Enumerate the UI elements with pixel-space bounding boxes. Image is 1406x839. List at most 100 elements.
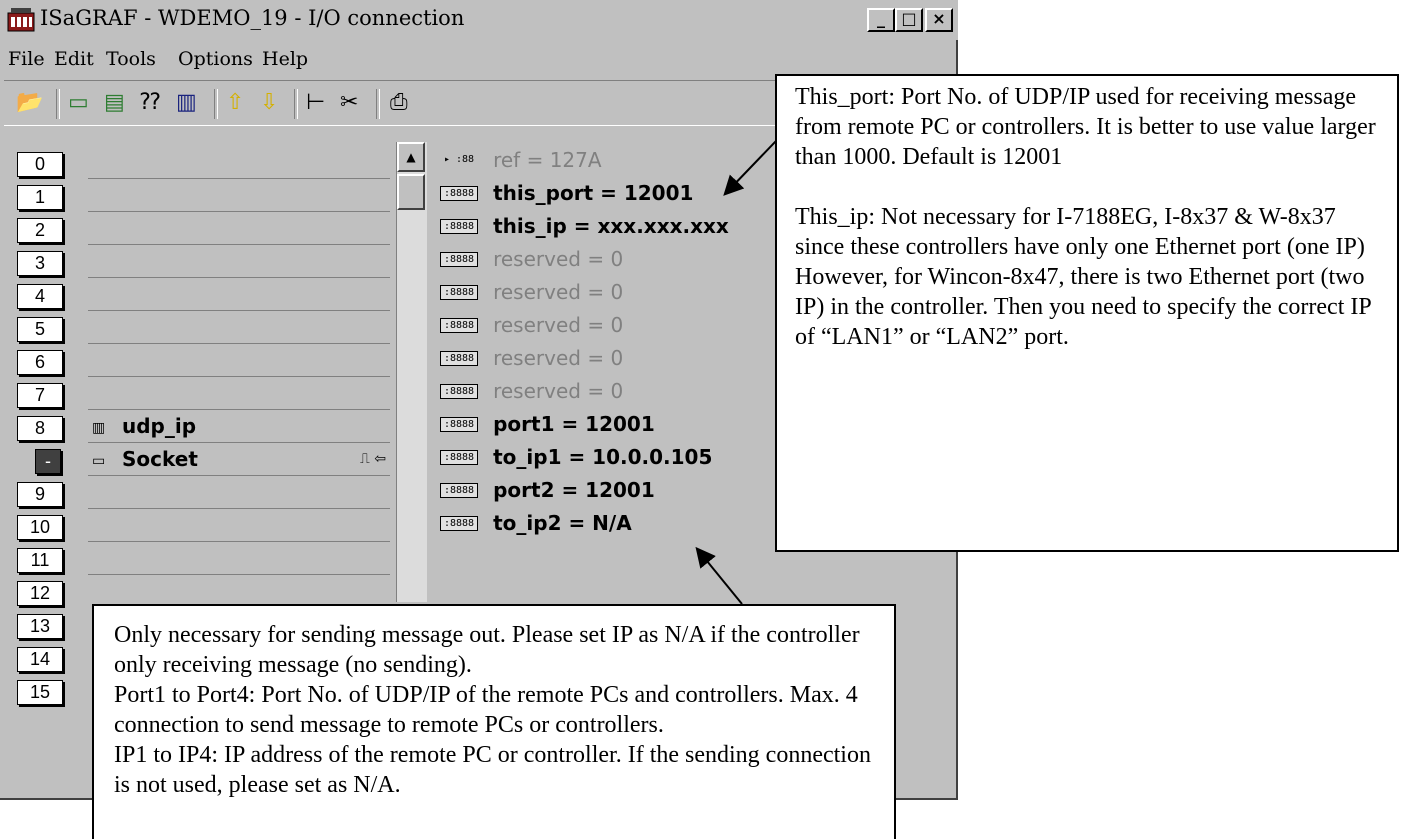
variable-icon: :8888 [440, 416, 478, 432]
print-icon[interactable]: ⎙ [390, 91, 408, 115]
question-icon[interactable]: ⁇ [140, 91, 160, 115]
board-label: udp_ip [122, 414, 197, 438]
callout-send: Only necessary for sending message out. … [92, 604, 896, 839]
slot-12[interactable]: 12 [17, 581, 63, 606]
menu-options[interactable]: Options [178, 48, 253, 70]
variable-icon: :8888 [440, 449, 478, 465]
callout-text: IP1 to IP4: IP address of the remote PC … [114, 742, 871, 798]
slot-15[interactable]: 15 [17, 680, 63, 705]
var-label: reserved = 0 [493, 379, 624, 403]
callout-this-port: This_port: Port No. of UDP/IP used for r… [775, 74, 1399, 552]
var-this-ip[interactable]: :8888 this_ip = xxx.xxx.xxx [440, 214, 729, 246]
board-icon[interactable]: ▭ [68, 91, 89, 115]
down-arrow-icon[interactable]: ⇩ [260, 91, 278, 115]
minimize-button[interactable]: _ [867, 8, 895, 32]
board-slot-4[interactable] [88, 278, 390, 311]
var-label: to_ip2 = N/A [493, 511, 632, 535]
variable-icon: :8888 [440, 383, 478, 399]
board-udp-ip[interactable]: ▥ udp_ip [88, 410, 390, 443]
menu-bar: File Edit Tools Options Help [0, 42, 958, 74]
var-port2[interactable]: :8888 port2 = 12001 [440, 478, 655, 510]
open-icon[interactable]: 📂 [16, 91, 43, 115]
slot-9[interactable]: 9 [17, 482, 63, 507]
toolbar-separator [56, 89, 60, 119]
socket-icon: ▭ [92, 453, 106, 469]
expand-icon: ▸ :88 [443, 153, 475, 165]
slot-7[interactable]: 7 [17, 383, 63, 408]
io-direction-icon: ⎍ ⇦ [360, 451, 386, 467]
slot-13[interactable]: 13 [17, 614, 63, 639]
var-label: port1 = 12001 [493, 412, 655, 436]
board-slot-5[interactable] [88, 311, 390, 344]
slot-10[interactable]: 10 [17, 515, 63, 540]
var-ref[interactable]: ▸ :88 ref = 127A [440, 148, 602, 180]
callout-text: This_port: Port No. of UDP/IP used for r… [795, 84, 1376, 170]
menu-file[interactable]: File [8, 48, 45, 70]
scroll-thumb[interactable] [397, 174, 425, 210]
variable-icon: :8888 [440, 482, 478, 498]
slot-8[interactable]: 8 [17, 416, 63, 441]
board-slot-11[interactable] [88, 542, 390, 575]
toolbar-separator [294, 89, 298, 119]
slot-14[interactable]: 14 [17, 647, 63, 672]
slot-3[interactable]: 3 [17, 251, 63, 276]
menu-edit[interactable]: Edit [54, 48, 94, 70]
board-slot-1[interactable] [88, 179, 390, 212]
slot-6[interactable]: 6 [17, 350, 63, 375]
var-reserved[interactable]: :8888 reserved = 0 [440, 313, 623, 345]
callout-text: This_ip: Not necessary for I-7188EG, I-8… [795, 204, 1365, 260]
board-slot-9[interactable] [88, 476, 390, 509]
close-button[interactable]: × [925, 8, 953, 32]
slot-0[interactable]: 0 [17, 152, 63, 177]
variable-icon: :8888 [440, 218, 478, 234]
scrollbar[interactable]: ▲ [396, 142, 427, 602]
var-label: ref = 127A [493, 148, 602, 172]
variable-icon: :8888 [440, 317, 478, 333]
var-reserved[interactable]: :8888 reserved = 0 [440, 379, 623, 411]
var-reserved[interactable]: :8888 reserved = 0 [440, 280, 623, 312]
var-label: this_ip = xxx.xxx.xxx [493, 214, 729, 238]
board-slot-3[interactable] [88, 245, 390, 278]
toolbar-separator [376, 89, 380, 119]
board-socket[interactable]: ▭ Socket ⎍ ⇦ [88, 443, 390, 476]
board-slot-10[interactable] [88, 509, 390, 542]
socket-label: Socket [122, 447, 198, 471]
tree-icon[interactable]: ⊢ [306, 91, 325, 115]
var-label: reserved = 0 [493, 247, 624, 271]
var-this-port[interactable]: :8888 this_port = 12001 [440, 181, 693, 213]
maximize-button[interactable]: □ [895, 8, 923, 32]
board-icon: ▥ [92, 420, 106, 436]
variable-icon: :8888 [440, 185, 478, 201]
board-slot-6[interactable] [88, 344, 390, 377]
slot-2[interactable]: 2 [17, 218, 63, 243]
boards-icon[interactable]: ▤ [104, 91, 125, 115]
slot-collapse[interactable]: - [35, 449, 61, 474]
var-reserved[interactable]: :8888 reserved = 0 [440, 247, 623, 279]
callout-text: Port1 to Port4: Port No. of UDP/IP of th… [114, 682, 858, 738]
menu-help[interactable]: Help [262, 48, 308, 70]
scroll-up-button[interactable]: ▲ [397, 142, 425, 172]
window-title: ISaGRAF - WDEMO_19 - I/O connection [40, 6, 465, 30]
callout-text: However, for Wincon-8x47, there is two E… [795, 264, 1371, 350]
var-to-ip2[interactable]: :8888 to_ip2 = N/A [440, 511, 632, 543]
var-label: reserved = 0 [493, 280, 624, 304]
var-to-ip1[interactable]: :8888 to_ip1 = 10.0.0.105 [440, 445, 712, 477]
slot-4[interactable]: 4 [17, 284, 63, 309]
board-slot-0[interactable] [88, 146, 390, 179]
variable-icon: :8888 [440, 284, 478, 300]
board-slot-7[interactable] [88, 377, 390, 410]
var-port1[interactable]: :8888 port1 = 12001 [440, 412, 655, 444]
var-reserved[interactable]: :8888 reserved = 0 [440, 346, 623, 378]
board-slot-2[interactable] [88, 212, 390, 245]
slot-1[interactable]: 1 [17, 185, 63, 210]
var-label: this_port = 12001 [493, 181, 694, 205]
slot-11[interactable]: 11 [17, 548, 63, 573]
delete-icon[interactable]: ▥ [176, 91, 197, 115]
menu-tools[interactable]: Tools [106, 48, 156, 70]
title-bar[interactable]: ISaGRAF - WDEMO_19 - I/O connection _ □ … [0, 0, 958, 40]
callout-text: Only necessary for sending message out. … [114, 622, 860, 678]
slot-5[interactable]: 5 [17, 317, 63, 342]
up-arrow-icon[interactable]: ⇧ [226, 91, 244, 115]
variable-icon: :8888 [440, 515, 478, 531]
cut-icon[interactable]: ✂ [340, 91, 358, 115]
